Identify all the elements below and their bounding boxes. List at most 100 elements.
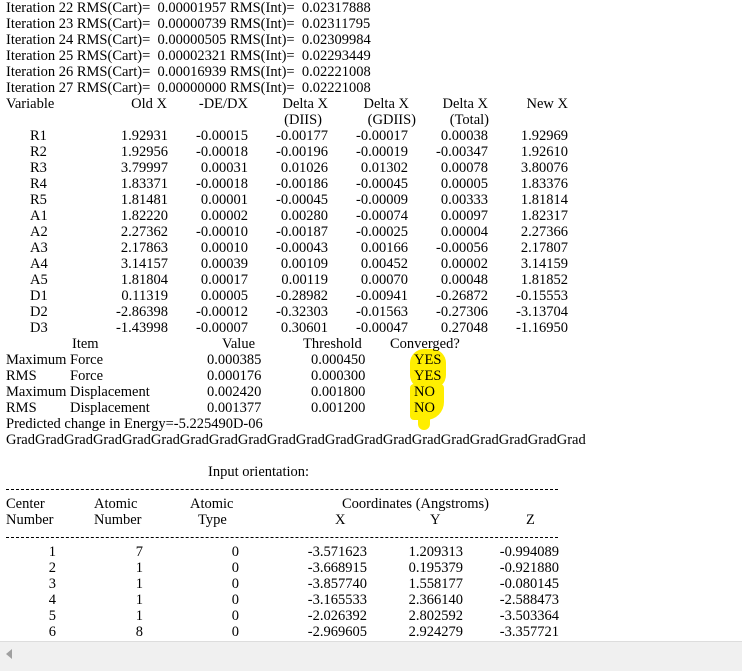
new-x-value: -1.16950 xyxy=(516,320,568,336)
delta-diis-value: 0.30601 xyxy=(280,320,328,336)
header-threshold: Threshold xyxy=(303,336,362,352)
header-z: Z xyxy=(526,512,535,528)
atom-center: 1 xyxy=(48,544,56,560)
variable-name: A5 xyxy=(30,272,48,288)
header-center: Center xyxy=(6,496,45,512)
variable-name: A4 xyxy=(30,256,48,272)
criterion-prefix: Maximum xyxy=(6,384,67,400)
delta-gdiis-value: -0.00047 xyxy=(356,320,408,336)
variable-name: D3 xyxy=(30,320,48,336)
atom-type: 0 xyxy=(231,624,239,640)
de-dx-value: 0.00010 xyxy=(200,240,248,256)
atom-type: 0 xyxy=(231,544,239,560)
delta-total-value: -0.00056 xyxy=(436,240,488,256)
header-variable: Variable xyxy=(6,96,55,112)
new-x-value: 1.81852 xyxy=(520,272,568,288)
de-dx-value: 0.00005 xyxy=(200,288,248,304)
iteration-line: Iteration 22 RMS(Cart)= 0.00001957 RMS(I… xyxy=(6,0,371,16)
atom-number: 1 xyxy=(135,560,143,576)
de-dx-value: -0.00018 xyxy=(196,176,248,192)
criterion-label: Force xyxy=(70,352,104,368)
variable-name: R1 xyxy=(30,128,47,144)
header-center-number: Number xyxy=(6,512,54,528)
atom-center: 2 xyxy=(48,560,56,576)
criterion-label: Displacement xyxy=(70,400,150,416)
new-x-value: 1.82317 xyxy=(520,208,568,224)
header-de-dx: -DE/DX xyxy=(198,96,248,112)
old-x-value: 1.82220 xyxy=(120,208,168,224)
atom-number: 1 xyxy=(135,576,143,592)
delta-gdiis-value: 0.00452 xyxy=(360,256,408,272)
new-x-value: 1.81814 xyxy=(520,192,568,208)
new-x-value: 1.92610 xyxy=(520,144,568,160)
header-atomic-number: Atomic xyxy=(94,496,138,512)
horizontal-scrollbar[interactable] xyxy=(0,641,742,671)
old-x-value: 1.92931 xyxy=(120,128,168,144)
atom-type: 0 xyxy=(231,608,239,624)
delta-diis-value: -0.00196 xyxy=(276,144,328,160)
variable-name: A1 xyxy=(30,208,48,224)
criterion-status: YES xyxy=(414,368,442,384)
header-new-x: New X xyxy=(526,96,568,112)
header-atomic-type: Atomic xyxy=(190,496,234,512)
grad-separator-line: GradGradGradGradGradGradGradGradGradGrad… xyxy=(6,432,586,448)
old-x-value: 1.81481 xyxy=(120,192,168,208)
de-dx-value: -0.00015 xyxy=(196,128,248,144)
variable-name: A2 xyxy=(30,224,48,240)
atom-z: -0.921880 xyxy=(499,560,559,576)
atom-z: -0.994089 xyxy=(499,544,559,560)
delta-gdiis-value: -0.00019 xyxy=(356,144,408,160)
atom-center: 6 xyxy=(48,624,56,640)
variable-name: D1 xyxy=(30,288,48,304)
criterion-value: 0.000176 xyxy=(207,368,262,384)
criterion-threshold: 0.001200 xyxy=(311,400,366,416)
delta-diis-value: 0.00119 xyxy=(281,272,328,288)
delta-total-value: 0.00002 xyxy=(440,256,488,272)
atom-x: -3.571623 xyxy=(307,544,367,560)
scroll-left-arrow-icon[interactable] xyxy=(6,649,12,659)
delta-total-value: -0.27306 xyxy=(436,304,488,320)
old-x-value: 2.27362 xyxy=(120,224,168,240)
delta-total-value: 0.27048 xyxy=(440,320,488,336)
atom-x: -2.969605 xyxy=(307,624,367,640)
atom-center: 4 xyxy=(48,592,56,608)
atom-center: 5 xyxy=(48,608,56,624)
criterion-label: Force xyxy=(70,368,104,384)
atom-center: 3 xyxy=(48,576,56,592)
header-delta-gdiis: Delta X xyxy=(363,96,410,112)
new-x-value: 2.27366 xyxy=(520,224,568,240)
atom-type: 0 xyxy=(231,592,239,608)
old-x-value: 1.83371 xyxy=(120,176,168,192)
atom-x: -3.165533 xyxy=(307,592,367,608)
criterion-threshold: 0.000300 xyxy=(311,368,366,384)
delta-gdiis-value: 0.00070 xyxy=(360,272,408,288)
delta-gdiis-value: 0.00166 xyxy=(360,240,408,256)
atom-type: 0 xyxy=(231,560,239,576)
variable-name: R5 xyxy=(30,192,47,208)
new-x-value: 1.83376 xyxy=(520,176,568,192)
new-x-value: 3.80076 xyxy=(520,160,568,176)
header-item: Item xyxy=(72,336,99,352)
subheader-total: (Total) xyxy=(449,112,489,128)
old-x-value: -1.43998 xyxy=(116,320,168,336)
iteration-line: Iteration 23 RMS(Cart)= 0.00000739 RMS(I… xyxy=(6,16,371,32)
delta-gdiis-value: -0.00941 xyxy=(356,288,408,304)
subheader-diis: (DIIS) xyxy=(284,112,322,128)
old-x-value: 2.17863 xyxy=(120,240,168,256)
delta-diis-value: -0.00187 xyxy=(276,224,328,240)
delta-gdiis-value: -0.01563 xyxy=(356,304,408,320)
new-x-value: -3.13704 xyxy=(516,304,568,320)
criterion-prefix: RMS xyxy=(6,368,37,384)
atom-z: -2.588473 xyxy=(499,592,559,608)
old-x-value: 1.81804 xyxy=(120,272,168,288)
new-x-value: 2.17807 xyxy=(520,240,568,256)
delta-gdiis-value: -0.00045 xyxy=(356,176,408,192)
delta-diis-value: -0.32303 xyxy=(276,304,328,320)
criterion-status: NO xyxy=(414,384,435,400)
header-atomic-number2: Number xyxy=(94,512,142,528)
atom-type: 0 xyxy=(231,576,239,592)
predicted-change-line: Predicted change in Energy=-5.225490D-06 xyxy=(6,416,263,432)
variable-name: D2 xyxy=(30,304,48,320)
delta-total-value: 0.00004 xyxy=(440,224,488,240)
atom-number: 7 xyxy=(135,544,143,560)
